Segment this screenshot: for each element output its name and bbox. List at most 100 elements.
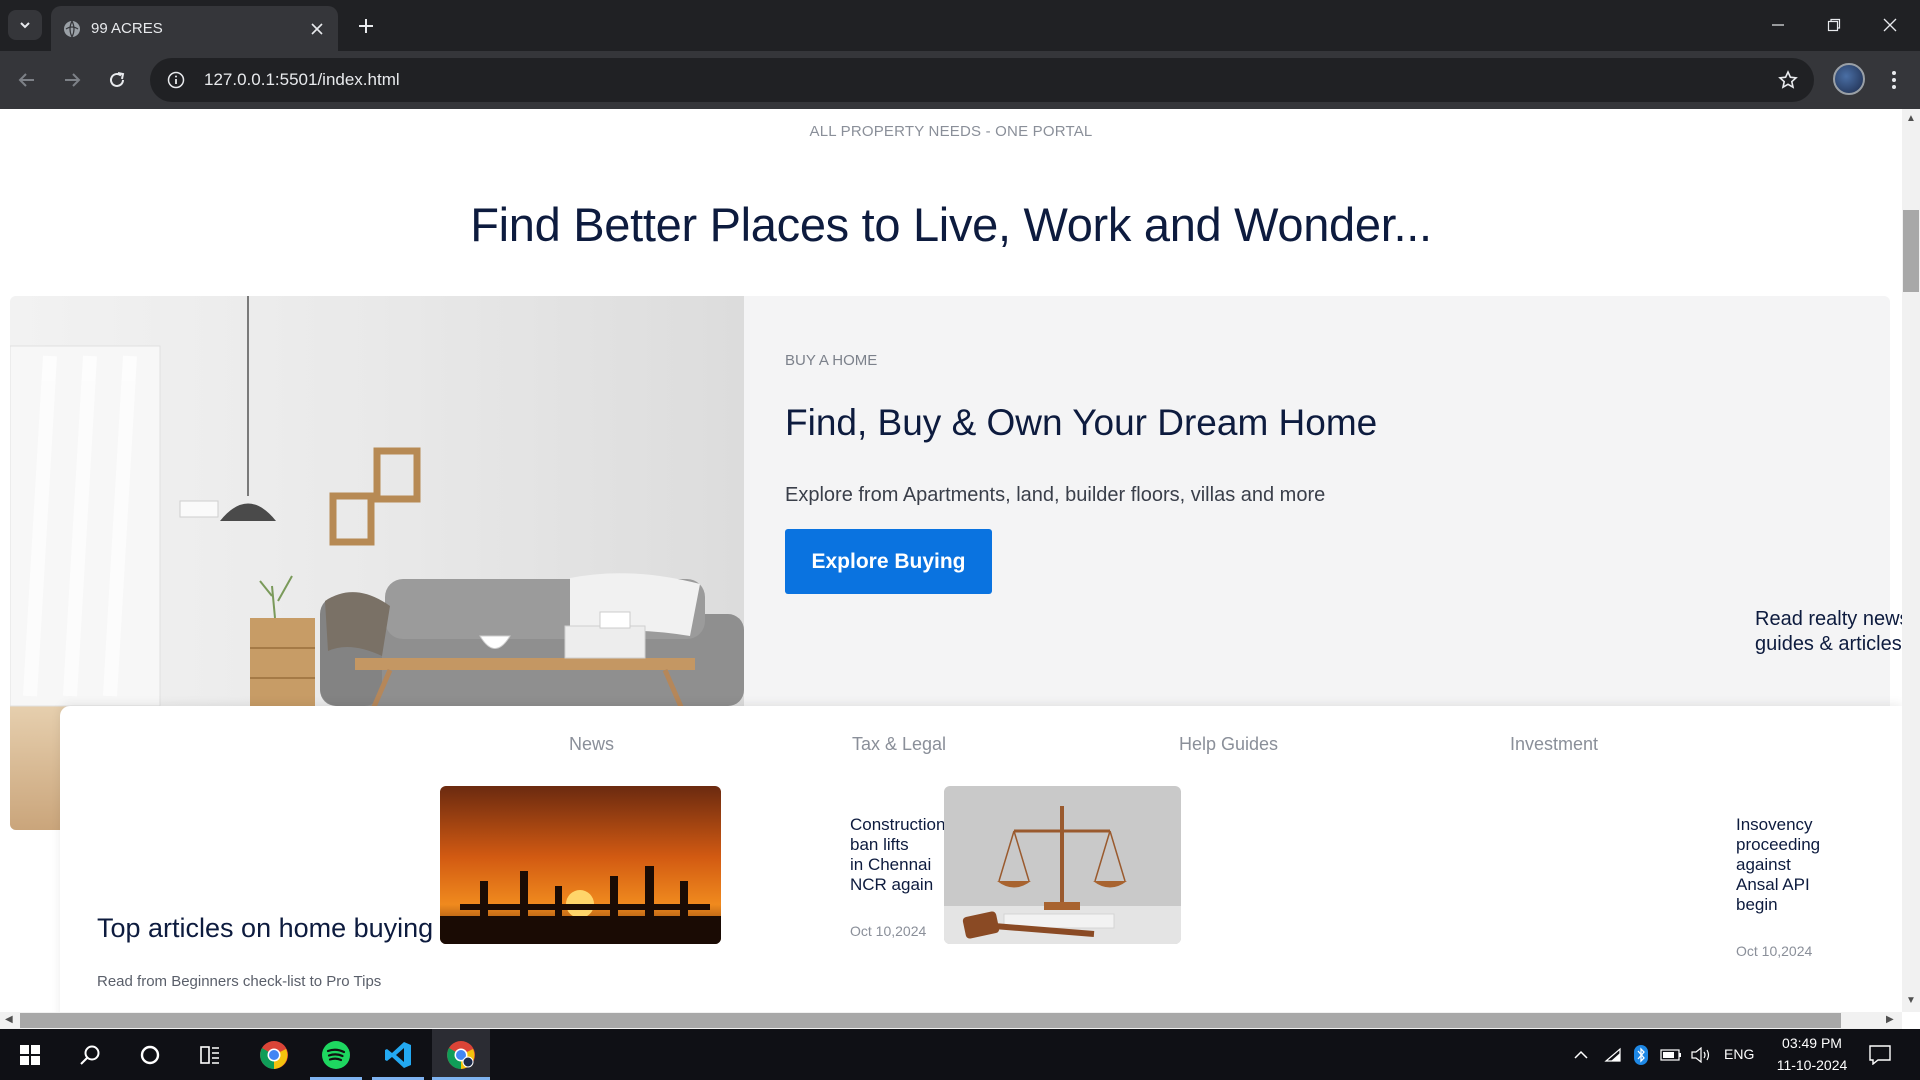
explore-buying-button[interactable]: Explore Buying (785, 529, 992, 594)
chevron-up-icon (1574, 1050, 1588, 1059)
speaker-icon (1691, 1046, 1710, 1063)
info-icon (167, 71, 185, 89)
news-callout: Read realty news guides & articles (1755, 607, 1902, 657)
construction-thumbnail[interactable] (440, 786, 721, 944)
article-title-line: NCR again (850, 875, 934, 894)
page-viewport: ALL PROPERTY NEEDS - ONE PORTAL Find Bet… (0, 109, 1920, 1029)
windows-icon (20, 1044, 40, 1065)
tab-tax-legal[interactable]: Tax & Legal (852, 734, 946, 755)
browser-tab-active[interactable]: 99 ACRES (51, 6, 338, 51)
clock-time[interactable]: 03:49 PM (1778, 1035, 1846, 1051)
globe-icon (64, 20, 80, 37)
chevron-down-icon (20, 22, 30, 29)
wifi-icon (1604, 1047, 1621, 1062)
battery-icon (1660, 1048, 1681, 1061)
chrome-taskbar-button[interactable] (246, 1029, 302, 1080)
more-vertical-icon (1892, 71, 1896, 89)
articles-subtitle: Read from Beginners check-list to Pro Ti… (97, 973, 382, 990)
articles-title: Top articles on home buying (97, 913, 434, 943)
tab-close-button[interactable] (304, 16, 330, 42)
buy-description: Explore from Apartments, land, builder f… (785, 484, 1326, 506)
plus-icon (359, 19, 373, 33)
article-date: Oct 10,2024 (850, 923, 927, 939)
cortana-button[interactable] (122, 1029, 178, 1080)
close-icon (1883, 18, 1897, 32)
forward-button[interactable] (55, 63, 89, 97)
article-title-line: proceeding (1736, 835, 1821, 854)
scroll-right-arrow-icon[interactable]: ▶ (1886, 1014, 1894, 1025)
tab-help-guides[interactable]: Help Guides (1179, 734, 1278, 755)
buy-eyebrow: BUY A HOME (785, 352, 878, 369)
circle-icon (140, 1045, 160, 1064)
site-info-button[interactable] (154, 58, 198, 102)
vertical-scroll-thumb[interactable] (1903, 210, 1919, 292)
input-language[interactable]: ENG (1724, 1046, 1754, 1062)
tab-title: 99 ACRES (91, 20, 163, 37)
spotify-icon (322, 1040, 350, 1069)
chrome-profile-taskbar-button[interactable] (432, 1029, 490, 1080)
article-title[interactable]: Construction ban lifts in Chennai NCR ag… (850, 815, 945, 895)
tab-news[interactable]: News (569, 734, 614, 755)
scroll-left-arrow-icon[interactable]: ◀ (5, 1014, 13, 1025)
close-icon (311, 22, 323, 35)
browser-menu-button[interactable] (1878, 63, 1910, 97)
article-title-line: Insovency (1736, 815, 1813, 834)
article-title-line: in Chennai (850, 855, 932, 874)
article-title-line: Ansal API (1736, 875, 1810, 894)
article-title-line: Construction (850, 815, 946, 834)
show-hidden-icons-button[interactable] (1568, 1029, 1594, 1080)
minimize-icon (1772, 24, 1784, 26)
buy-title: Find, Buy & Own Your Dream Home (785, 402, 1378, 443)
url-text[interactable]: 127.0.0.1:5501/index.html (204, 70, 1768, 90)
tab-search-button[interactable] (8, 10, 42, 40)
task-view-icon (200, 1045, 219, 1064)
article-title-line: begin (1736, 895, 1778, 914)
close-window-button[interactable] (1862, 0, 1918, 50)
article-title-line: ban lifts (850, 835, 909, 854)
portal-eyebrow: ALL PROPERTY NEEDS - ONE PORTAL (809, 123, 1093, 140)
browser-toolbar: 127.0.0.1:5501/index.html (0, 51, 1920, 109)
network-button[interactable] (1600, 1029, 1626, 1080)
notification-icon (1869, 1044, 1891, 1065)
restore-button[interactable] (1806, 0, 1862, 50)
bluetooth-icon (1634, 1044, 1648, 1065)
bookmark-button[interactable] (1768, 60, 1808, 100)
arrow-right-icon (65, 73, 81, 87)
page-content: ALL PROPERTY NEEDS - ONE PORTAL Find Bet… (0, 109, 1902, 1012)
reload-button[interactable] (100, 63, 134, 97)
vscode-taskbar-button[interactable] (370, 1029, 426, 1080)
page-headline: Find Better Places to Live, Work and Won… (470, 198, 1432, 251)
battery-button[interactable] (1658, 1029, 1684, 1080)
task-view-button[interactable] (182, 1029, 238, 1080)
vscode-icon (385, 1041, 411, 1068)
clock-date[interactable]: 11-10-2024 (1773, 1057, 1851, 1073)
search-button[interactable] (62, 1029, 118, 1080)
back-button[interactable] (10, 63, 44, 97)
new-tab-button[interactable] (350, 10, 382, 42)
address-bar[interactable]: 127.0.0.1:5501/index.html (150, 58, 1814, 102)
scroll-up-arrow-icon[interactable]: ▲ (1906, 113, 1916, 124)
arrow-left-icon (18, 73, 34, 87)
scroll-down-arrow-icon[interactable]: ▼ (1906, 995, 1916, 1006)
article-date: Oct 10,2024 (1736, 943, 1813, 959)
notifications-button[interactable] (1854, 1029, 1906, 1080)
horizontal-scroll-thumb[interactable] (20, 1013, 1841, 1028)
chrome-icon (260, 1040, 288, 1069)
restore-icon (1827, 18, 1841, 32)
chrome-icon (447, 1040, 475, 1069)
search-icon (80, 1045, 100, 1065)
legal-thumbnail[interactable] (944, 786, 1181, 944)
bluetooth-button[interactable] (1630, 1029, 1652, 1080)
volume-button[interactable] (1688, 1029, 1714, 1080)
article-title-line: against (1736, 855, 1791, 874)
tab-investment[interactable]: Investment (1510, 734, 1598, 755)
reload-icon (110, 72, 125, 87)
profile-avatar[interactable] (1833, 63, 1865, 95)
browser-tabstrip: 99 ACRES (0, 0, 1920, 51)
news-callout-line2: guides & articles (1755, 633, 1902, 655)
windows-taskbar: ENG 03:49 PM 11-10-2024 (0, 1029, 1920, 1080)
spotify-taskbar-button[interactable] (308, 1029, 364, 1080)
start-button[interactable] (2, 1029, 58, 1080)
minimize-button[interactable] (1750, 0, 1806, 50)
article-title[interactable]: Insovency proceeding against Ansal API b… (1736, 815, 1820, 915)
